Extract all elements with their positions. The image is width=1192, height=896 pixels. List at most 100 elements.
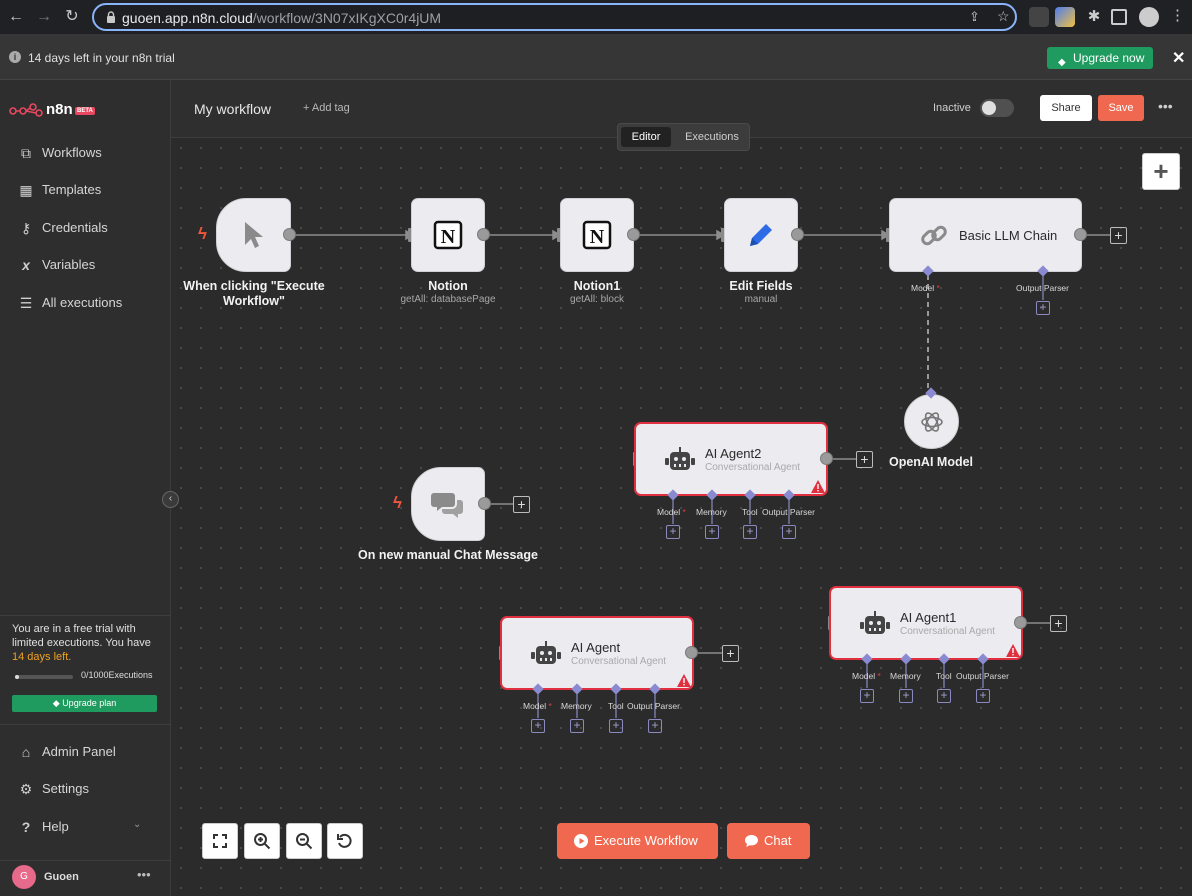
key-icon: ⚷ <box>20 220 32 236</box>
node-openai-model[interactable] <box>904 394 959 449</box>
node-notion[interactable]: N <box>411 198 485 272</box>
output-handle[interactable] <box>627 228 640 241</box>
save-button[interactable]: Save <box>1098 95 1144 121</box>
node-title: Notion1 <box>573 279 621 293</box>
output-handle[interactable] <box>1074 228 1087 241</box>
node-chat-trigger[interactable] <box>411 467 485 541</box>
chat-button[interactable]: Chat <box>727 823 810 859</box>
node-basic-llm-chain[interactable]: Basic LLM Chain <box>889 198 1082 272</box>
browser-toolbar: ← → ↻ guoen.app.n8n.cloud/workflow/3N07x… <box>0 0 1192 34</box>
extensions-puzzle-icon[interactable]: ✱ <box>1084 7 1104 27</box>
n8n-logo-icon <box>9 103 43 117</box>
forward-icon[interactable]: → <box>33 6 55 28</box>
browser-menu-icon[interactable]: ⋮ <box>1170 6 1185 24</box>
sidebar-item-help[interactable]: ? Help ⌄ <box>0 812 170 842</box>
n8n-logo[interactable]: n8n BETA <box>9 100 129 120</box>
sidebar-item-workflows[interactable]: ⧉ Workflows <box>0 138 170 168</box>
node-subtitle: manual <box>744 294 778 305</box>
output-handle[interactable] <box>478 497 491 510</box>
output-handle[interactable] <box>685 646 698 659</box>
add-node-plus-icon[interactable]: + <box>722 645 739 662</box>
node-ai-agent[interactable]: AI Agent Conversational Agent <box>500 616 694 690</box>
node-title: AI Agent2 <box>705 446 762 461</box>
output-handle[interactable] <box>791 228 804 241</box>
profile-avatar-icon[interactable] <box>1139 7 1159 27</box>
extension-icon[interactable] <box>1029 7 1049 27</box>
url-path: /workflow/3N07xIKgXC0r4jUM <box>252 10 442 26</box>
back-icon[interactable]: ← <box>5 6 27 28</box>
add-output-parser-plus-icon[interactable]: + <box>976 689 990 703</box>
tab-editor[interactable]: Editor <box>621 127 671 147</box>
node-edit-fields[interactable] <box>724 198 798 272</box>
zoom-in-button[interactable] <box>244 823 280 859</box>
add-tool-plus-icon[interactable]: + <box>609 719 623 733</box>
add-output-parser-plus-icon[interactable]: + <box>648 719 662 733</box>
add-node-plus-icon[interactable]: + <box>513 496 530 513</box>
more-options-icon[interactable]: ••• <box>137 867 151 882</box>
execute-workflow-button[interactable]: Execute Workflow <box>557 823 718 859</box>
openai-icon <box>921 412 943 432</box>
output-handle[interactable] <box>283 228 296 241</box>
share-page-icon[interactable]: ⇪ <box>969 9 980 25</box>
add-model-plus-icon[interactable]: + <box>666 525 680 539</box>
node-manual-trigger[interactable] <box>216 198 291 272</box>
node-ai-agent2[interactable]: AI Agent2 Conversational Agent <box>634 422 828 496</box>
sidepanel-icon[interactable] <box>1111 9 1127 25</box>
workflow-name[interactable]: My workflow <box>194 101 271 117</box>
svg-text:N: N <box>441 226 456 248</box>
add-tool-plus-icon[interactable]: + <box>743 525 757 539</box>
extension-icon[interactable] <box>1055 7 1075 27</box>
tab-executions[interactable]: Executions <box>678 127 746 147</box>
add-memory-plus-icon[interactable]: + <box>705 525 719 539</box>
collapse-sidebar-icon[interactable]: ‹ <box>162 491 179 508</box>
node-subtitle: Conversational Agent <box>705 462 801 473</box>
node-subtitle: Conversational Agent <box>571 656 667 667</box>
address-bar[interactable]: guoen.app.n8n.cloud/workflow/3N07xIKgXC0… <box>92 3 1017 31</box>
add-node-plus-icon[interactable]: + <box>1050 615 1067 632</box>
node-notion1[interactable]: N <box>560 198 634 272</box>
mode-tabs: Editor Executions <box>617 123 750 151</box>
add-node-button[interactable]: + <box>1142 153 1180 190</box>
bookmark-star-icon[interactable]: ☆ <box>997 8 1010 25</box>
sidebar-item-credentials[interactable]: ⚷ Credentials <box>0 213 170 243</box>
beta-badge: BETA <box>75 107 95 115</box>
active-toggle[interactable] <box>980 99 1014 117</box>
notion-icon: N <box>582 220 612 250</box>
link-chain-icon <box>921 225 947 246</box>
upgrade-plan-button[interactable]: ◆ Upgrade plan <box>12 695 157 712</box>
fullscreen-icon <box>213 834 227 848</box>
close-banner-icon[interactable]: ✕ <box>1172 48 1185 68</box>
add-memory-plus-icon[interactable]: + <box>899 689 913 703</box>
undo-icon <box>337 833 352 848</box>
output-handle[interactable] <box>820 452 833 465</box>
add-tool-plus-icon[interactable]: + <box>937 689 951 703</box>
add-node-plus-icon[interactable]: + <box>1110 227 1127 244</box>
add-node-plus-icon[interactable]: + <box>856 451 873 468</box>
more-options-icon[interactable]: ••• <box>1158 98 1173 114</box>
add-tag-link[interactable]: + Add tag <box>303 102 350 114</box>
add-output-parser-plus-icon[interactable]: + <box>1036 301 1050 315</box>
add-output-parser-plus-icon[interactable]: + <box>782 525 796 539</box>
node-ai-agent1[interactable]: AI Agent1 Conversational Agent <box>829 586 1023 660</box>
reload-icon[interactable]: ↻ <box>61 6 83 28</box>
output-handle[interactable] <box>1014 616 1027 629</box>
upgrade-now-button[interactable]: ◆ Upgrade now <box>1047 47 1153 69</box>
fit-view-button[interactable] <box>202 823 238 859</box>
add-model-plus-icon[interactable]: + <box>531 719 545 733</box>
sidebar-item-templates[interactable]: ▦ Templates <box>0 175 170 205</box>
required-marker: * <box>936 283 940 293</box>
notion-icon: N <box>433 220 463 250</box>
output-handle[interactable] <box>477 228 490 241</box>
user-menu[interactable]: G Guoen ••• <box>0 860 170 896</box>
sidebar-item-all-executions[interactable]: ☰ All executions <box>0 288 170 318</box>
sidebar-item-variables[interactable]: x Variables <box>0 250 170 280</box>
sidebar-item-label: Help <box>42 819 69 834</box>
sidebar-item-settings[interactable]: ⚙ Settings <box>0 774 170 804</box>
svg-text:N: N <box>590 226 605 248</box>
reset-zoom-button[interactable] <box>327 823 363 859</box>
sidebar-item-admin-panel[interactable]: ⌂ Admin Panel <box>0 737 170 767</box>
add-model-plus-icon[interactable]: + <box>860 689 874 703</box>
share-button[interactable]: Share <box>1040 95 1092 121</box>
add-memory-plus-icon[interactable]: + <box>570 719 584 733</box>
zoom-out-button[interactable] <box>286 823 322 859</box>
